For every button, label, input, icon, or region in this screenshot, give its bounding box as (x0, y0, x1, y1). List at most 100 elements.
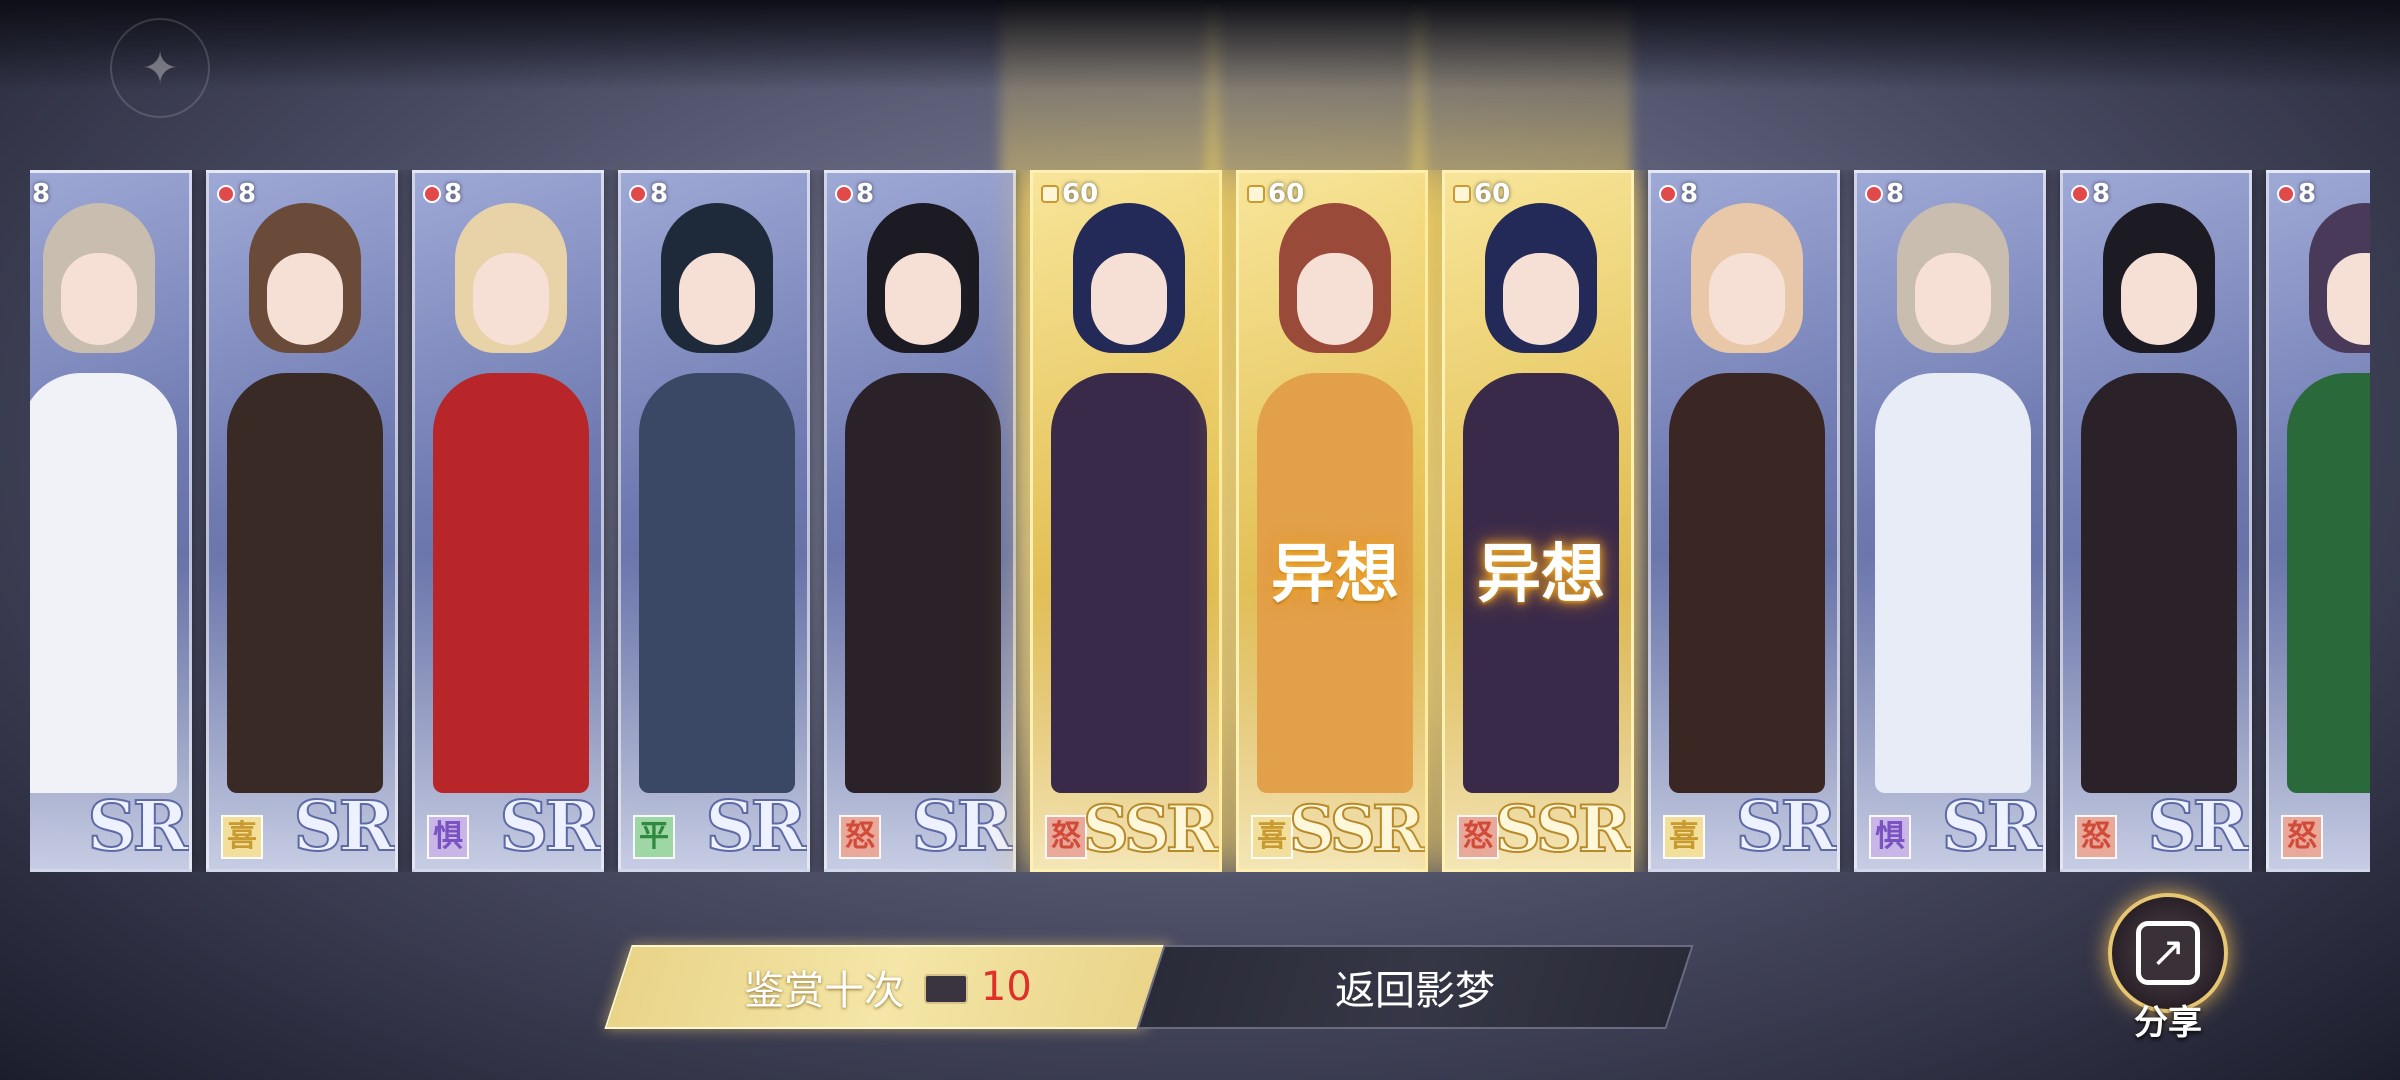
character-face (2121, 253, 2197, 345)
character-face (473, 253, 549, 345)
return-label: 返回影梦 (1335, 968, 1495, 1014)
character-card[interactable]: 8 喜 SR (206, 170, 398, 872)
mood-badge: 平 (633, 815, 675, 859)
new-card-tag: 异想 (1477, 538, 1605, 612)
share-label[interactable]: 分享 (2108, 995, 2228, 1044)
card-cost: 8 (2071, 179, 2110, 209)
character-card[interactable]: 8 喜 SR (1648, 170, 1840, 872)
return-button[interactable]: 返回影梦 (1150, 945, 1680, 1029)
character-face (267, 253, 343, 345)
cost-value: 8 (1886, 179, 1905, 209)
card-cost: 8 (217, 179, 256, 209)
mood-badge: 怒 (1457, 815, 1499, 859)
character-face (679, 253, 755, 345)
character-card[interactable]: 60 怒 SSR (1030, 170, 1222, 872)
cost-value: 8 (2298, 179, 2317, 209)
cost-icon (1659, 185, 1677, 203)
rarity-label: SR (1940, 786, 2043, 868)
rarity-label: SR (2146, 786, 2249, 868)
rarity-label: SR (910, 786, 1013, 868)
character-outfit (639, 373, 795, 793)
cost-value: 8 (1680, 179, 1699, 209)
character-face (61, 253, 137, 345)
character-face (1091, 253, 1167, 345)
cost-value: 8 (2092, 179, 2111, 209)
rarity-label: SR (292, 786, 395, 868)
cost-value: 60 (1268, 179, 1305, 209)
character-outfit (1875, 373, 2031, 793)
card-cost: 8 (2277, 179, 2316, 209)
cost-icon (629, 185, 647, 203)
cost-value: 8 (856, 179, 875, 209)
character-card[interactable]: 8 怒 SR (2060, 170, 2252, 872)
character-card[interactable]: 8 惧 SR (1854, 170, 2046, 872)
character-card[interactable]: 8 惧 SR (412, 170, 604, 872)
character-outfit (433, 373, 589, 793)
character-card[interactable]: 8 平 SR (618, 170, 810, 872)
mood-badge: 怒 (1045, 815, 1087, 859)
character-outfit (2081, 373, 2237, 793)
mood-badge: 喜 (1663, 815, 1705, 859)
card-cost: 8 (1865, 179, 1904, 209)
mood-badge: 惧 (1869, 815, 1911, 859)
character-face (885, 253, 961, 345)
rarity-label: SR (498, 786, 601, 868)
share-icon: ↗ (2136, 921, 2200, 985)
cost-value: 8 (650, 179, 669, 209)
cost-value: 8 (238, 179, 257, 209)
character-outfit (2287, 373, 2370, 793)
card-cost: 8 (629, 179, 668, 209)
card-cost: 60 (1041, 179, 1098, 209)
appreciate-label: 鉴赏十次 (744, 968, 905, 1014)
cost-value: 60 (1474, 179, 1511, 209)
character-outfit (845, 373, 1001, 793)
new-card-tag: 异想 (1271, 538, 1399, 612)
cost-value: 8 (444, 179, 463, 209)
cost-icon (1865, 185, 1883, 203)
card-cost: 60 (1247, 179, 1304, 209)
mood-badge: 喜 (1251, 815, 1293, 859)
card-cost: 60 (1453, 179, 1510, 209)
mood-badge: 怒 (2281, 815, 2323, 859)
mood-badge: 惧 (427, 815, 469, 859)
card-cost: 8 (423, 179, 462, 209)
cost-icon (835, 185, 853, 203)
character-card[interactable]: 8 SR (30, 170, 192, 872)
cost-value: 8 (32, 179, 51, 209)
rarity-label: SR (704, 786, 807, 868)
character-card[interactable]: 60 怒 SSR 异想 (1442, 170, 1634, 872)
cost-icon (2277, 185, 2295, 203)
character-outfit (1051, 373, 1207, 793)
card-cost: 8 (835, 179, 874, 209)
card-row: 8 SR 8 喜 SR 8 惧 SR 8 平 SR 8 怒 SR 60 怒 SSR 60 喜 SSR 异想 60 怒 SSR 异… (30, 170, 2370, 872)
rarity-label: SSR (1494, 791, 1631, 868)
rarity-label: SR (1734, 786, 1837, 868)
character-face (1297, 253, 1373, 345)
card-cost: 8 (1659, 179, 1698, 209)
character-outfit (30, 373, 177, 793)
rarity-label: SSR (1288, 791, 1425, 868)
cost-icon (217, 185, 235, 203)
mood-badge: 怒 (839, 815, 881, 859)
rarity-label: SSR (1082, 791, 1219, 868)
appreciate-ten-button[interactable]: 鉴赏十次 10 (618, 945, 1158, 1029)
character-card[interactable]: 8怒S (2266, 170, 2370, 872)
cost-value: 60 (1062, 179, 1099, 209)
rarity-label: SR (86, 786, 189, 868)
character-outfit (1669, 373, 1825, 793)
sparkle-icon[interactable]: ✦ (110, 18, 210, 118)
cost-icon (2071, 185, 2089, 203)
mood-badge: 喜 (221, 815, 263, 859)
cost-icon (1453, 185, 1471, 203)
character-card[interactable]: 60 喜 SSR 异想 (1236, 170, 1428, 872)
character-face (1915, 253, 1991, 345)
card-cost: 8 (30, 179, 50, 209)
character-face (1709, 253, 1785, 345)
mood-badge: 怒 (2075, 815, 2117, 859)
cost-icon (1041, 185, 1059, 203)
cost-icon (1247, 185, 1265, 203)
cost-icon (423, 185, 441, 203)
character-card[interactable]: 8 怒 SR (824, 170, 1016, 872)
character-face (1503, 253, 1579, 345)
ticket-icon (924, 974, 969, 1004)
